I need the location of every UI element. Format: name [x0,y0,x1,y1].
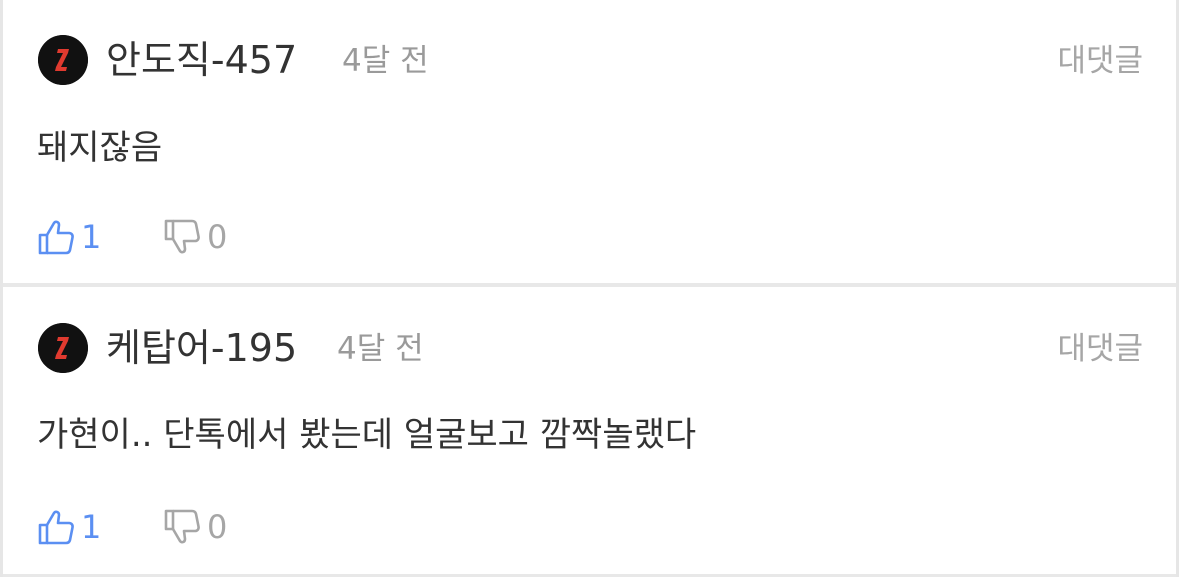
dislike-count: 0 [207,218,228,256]
like-button[interactable]: 1 [37,216,101,258]
comment-text: 가현이.. 단톡에서 봤는데 얼굴보고 깜짝놀랬다 [37,415,697,455]
dislike-button[interactable]: 0 [163,506,227,548]
timestamp: 4달 전 [342,43,429,79]
thumbs-down-icon [164,219,200,254]
avatar[interactable] [38,323,88,373]
dislike-button[interactable]: 0 [163,216,227,258]
reply-button[interactable]: 대댓글 [1057,43,1143,79]
timestamp: 4달 전 [337,331,424,367]
like-count: 1 [81,508,102,546]
thumbs-down-icon [164,509,200,544]
dislike-count: 0 [207,508,228,546]
username[interactable]: 안도직-457 [106,38,297,82]
brand-logo-icon [38,323,88,373]
comment-list: 안도직-457 4달 전 대댓글 돼지잖음 1 0 케탑어-195 4달 전 대… [0,0,1179,577]
thumbs-up-icon [38,510,74,545]
username[interactable]: 케탑어-195 [106,326,297,370]
thumbs-up-icon [38,220,74,255]
like-count: 1 [81,218,102,256]
avatar[interactable] [38,35,88,85]
comment-text: 돼지잖음 [37,128,163,168]
like-button[interactable]: 1 [37,506,101,548]
reply-button[interactable]: 대댓글 [1057,331,1143,367]
comment-divider [3,283,1176,287]
comment-item: 안도직-457 4달 전 대댓글 돼지잖음 1 0 [3,0,1176,285]
comment-item: 케탑어-195 4달 전 대댓글 가현이.. 단톡에서 봤는데 얼굴보고 깜짝놀… [3,288,1176,573]
brand-logo-icon [38,35,88,85]
